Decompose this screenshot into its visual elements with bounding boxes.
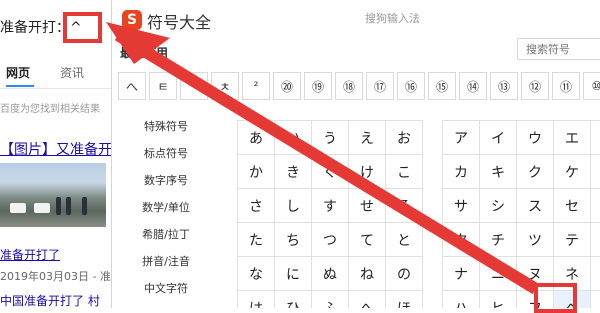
arrow-head-icon — [106, 22, 170, 64]
